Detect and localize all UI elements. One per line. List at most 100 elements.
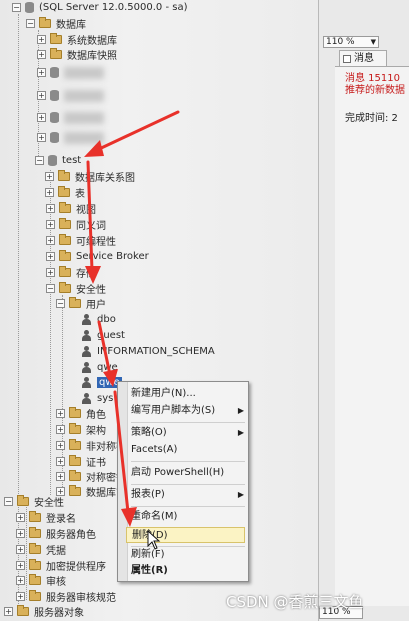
menu-item-label: 报表(P) [131, 489, 165, 500]
expand-icon[interactable]: + [45, 172, 54, 181]
expand-icon[interactable]: + [46, 252, 55, 261]
expand-icon[interactable]: + [56, 457, 65, 466]
expand-icon[interactable]: + [37, 68, 46, 77]
user-item[interactable]: qwe [81, 360, 118, 375]
expand-icon[interactable]: + [4, 607, 13, 616]
menu-item-properties[interactable]: 属性(R) [131, 563, 246, 579]
expand-icon[interactable]: + [37, 50, 46, 59]
expand-icon[interactable]: + [56, 425, 65, 434]
user-label: INFORMATION_SCHEMA [97, 346, 215, 357]
expand-icon[interactable]: + [16, 545, 25, 554]
folder-icon [58, 186, 70, 197]
folder-icon [59, 250, 71, 261]
expand-icon[interactable]: + [46, 268, 55, 277]
menu-item-policies[interactable]: 策略(O) ▶ [131, 425, 246, 441]
collapse-icon[interactable]: − [35, 156, 44, 165]
server-security-node[interactable]: − 安全性 [4, 494, 64, 509]
test-database-node[interactable]: − test [35, 153, 81, 168]
collapse-icon[interactable]: − [56, 299, 65, 308]
menu-item-reports[interactable]: 报表(P) ▶ [131, 487, 246, 503]
collapse-icon[interactable]: − [46, 284, 55, 293]
menu-item-label: 重命名(M) [131, 511, 178, 522]
folder-icon [50, 33, 62, 44]
server-node[interactable]: − (SQL Server 12.0.5000.0 - sa) [12, 0, 187, 15]
audit-specs-label: 服务器审核规范 [46, 593, 116, 604]
expand-icon[interactable]: + [16, 576, 25, 585]
user-item[interactable]: dbo [81, 312, 116, 327]
sym-keys-node[interactable]: + 对称密钥 [56, 469, 126, 484]
diagrams-node[interactable]: + 数据库关系图 [45, 169, 135, 184]
menu-item-facets[interactable]: Facets(A) [131, 442, 246, 458]
logins-node[interactable]: + 登录名 [16, 510, 76, 525]
crypto-providers-node[interactable]: + 加密提供程序 [16, 558, 106, 573]
expand-icon[interactable]: + [37, 91, 46, 100]
credentials-node[interactable]: + 凭据 [16, 542, 66, 557]
service-broker-node[interactable]: + Service Broker [46, 249, 149, 264]
expand-icon[interactable]: + [16, 513, 25, 522]
user-icon [81, 362, 92, 373]
server-roles-node[interactable]: + 服务器角色 [16, 526, 96, 541]
server-objects-label: 服务器对象 [34, 608, 84, 619]
storage-node[interactable]: + 存储 [46, 265, 96, 280]
audits-node[interactable]: + 审核 [16, 573, 66, 588]
expand-icon[interactable]: + [46, 204, 55, 213]
collapse-icon[interactable]: − [12, 3, 21, 12]
expand-icon[interactable]: + [45, 188, 54, 197]
user-item-selected[interactable]: qwe [81, 375, 122, 390]
menu-item-delete[interactable]: 删除(D) [126, 527, 245, 543]
blurred-database-node[interactable]: + [37, 110, 104, 125]
folder-icon [29, 527, 41, 538]
programmability-node[interactable]: + 可编程性 [46, 233, 116, 248]
user-item[interactable]: INFORMATION_SCHEMA [81, 344, 215, 359]
system-databases-node[interactable]: + 系统数据库 [37, 32, 117, 47]
zoom-select[interactable]: 110 % ▼ [323, 36, 379, 48]
server-objects-node[interactable]: + 服务器对象 [4, 604, 84, 619]
blurred-database-node[interactable]: + [37, 88, 104, 103]
database-icon [48, 155, 57, 166]
server-icon [25, 2, 34, 13]
menu-item-label: 新建用户(N)... [131, 388, 196, 399]
tables-label: 表 [75, 189, 85, 200]
expand-icon[interactable]: + [16, 592, 25, 601]
users-node[interactable]: − 用户 [56, 296, 106, 311]
menu-item-refresh[interactable]: 刷新(F) [131, 547, 246, 563]
menu-item-new-user[interactable]: 新建用户(N)... [131, 386, 246, 402]
audit-specs-node[interactable]: + 服务器审核规范 [16, 589, 116, 604]
collapse-icon[interactable]: − [26, 19, 35, 28]
database-snapshots-node[interactable]: + 数据库快照 [37, 47, 117, 62]
tables-node[interactable]: + 表 [45, 185, 85, 200]
menu-item-rename[interactable]: 重命名(M) [131, 509, 246, 525]
views-node[interactable]: + 视图 [46, 201, 96, 216]
expand-icon[interactable]: + [37, 35, 46, 44]
expand-icon[interactable]: + [56, 472, 65, 481]
expand-icon[interactable]: + [37, 113, 46, 122]
schemas-node[interactable]: + 架构 [56, 422, 106, 437]
user-item[interactable]: guest [81, 328, 125, 343]
menu-item-powershell[interactable]: 启动 PowerShell(H) [131, 465, 246, 481]
folder-icon [39, 17, 51, 28]
expand-icon[interactable]: + [16, 561, 25, 570]
expand-icon[interactable]: + [56, 441, 65, 450]
roles-node[interactable]: + 角色 [56, 406, 106, 421]
menu-item-script-user[interactable]: 编写用户脚本为(S) ▶ [131, 403, 246, 419]
databases-node[interactable]: − 数据库 [26, 16, 86, 31]
certificates-label: 证书 [86, 458, 106, 469]
synonyms-node[interactable]: + 同义词 [46, 217, 106, 232]
expand-icon[interactable]: + [46, 236, 55, 245]
user-item[interactable]: sys [81, 391, 113, 406]
db-audit-node[interactable]: + 数据库审 [56, 484, 126, 499]
user-icon [81, 346, 92, 357]
tab-messages[interactable]: 消息 [339, 50, 387, 66]
expand-icon[interactable]: + [16, 529, 25, 538]
expand-icon[interactable]: + [46, 220, 55, 229]
collapse-icon[interactable]: − [4, 497, 13, 506]
blurred-database-node[interactable]: + [37, 65, 104, 80]
expand-icon[interactable]: + [56, 409, 65, 418]
folder-icon [69, 485, 81, 496]
submenu-arrow-icon: ▶ [237, 406, 244, 415]
folder-icon [69, 470, 81, 481]
expand-icon[interactable]: + [37, 133, 46, 142]
blurred-database-node[interactable]: + [37, 130, 104, 145]
security-node[interactable]: − 安全性 [46, 281, 106, 296]
certificates-node[interactable]: + 证书 [56, 454, 106, 469]
